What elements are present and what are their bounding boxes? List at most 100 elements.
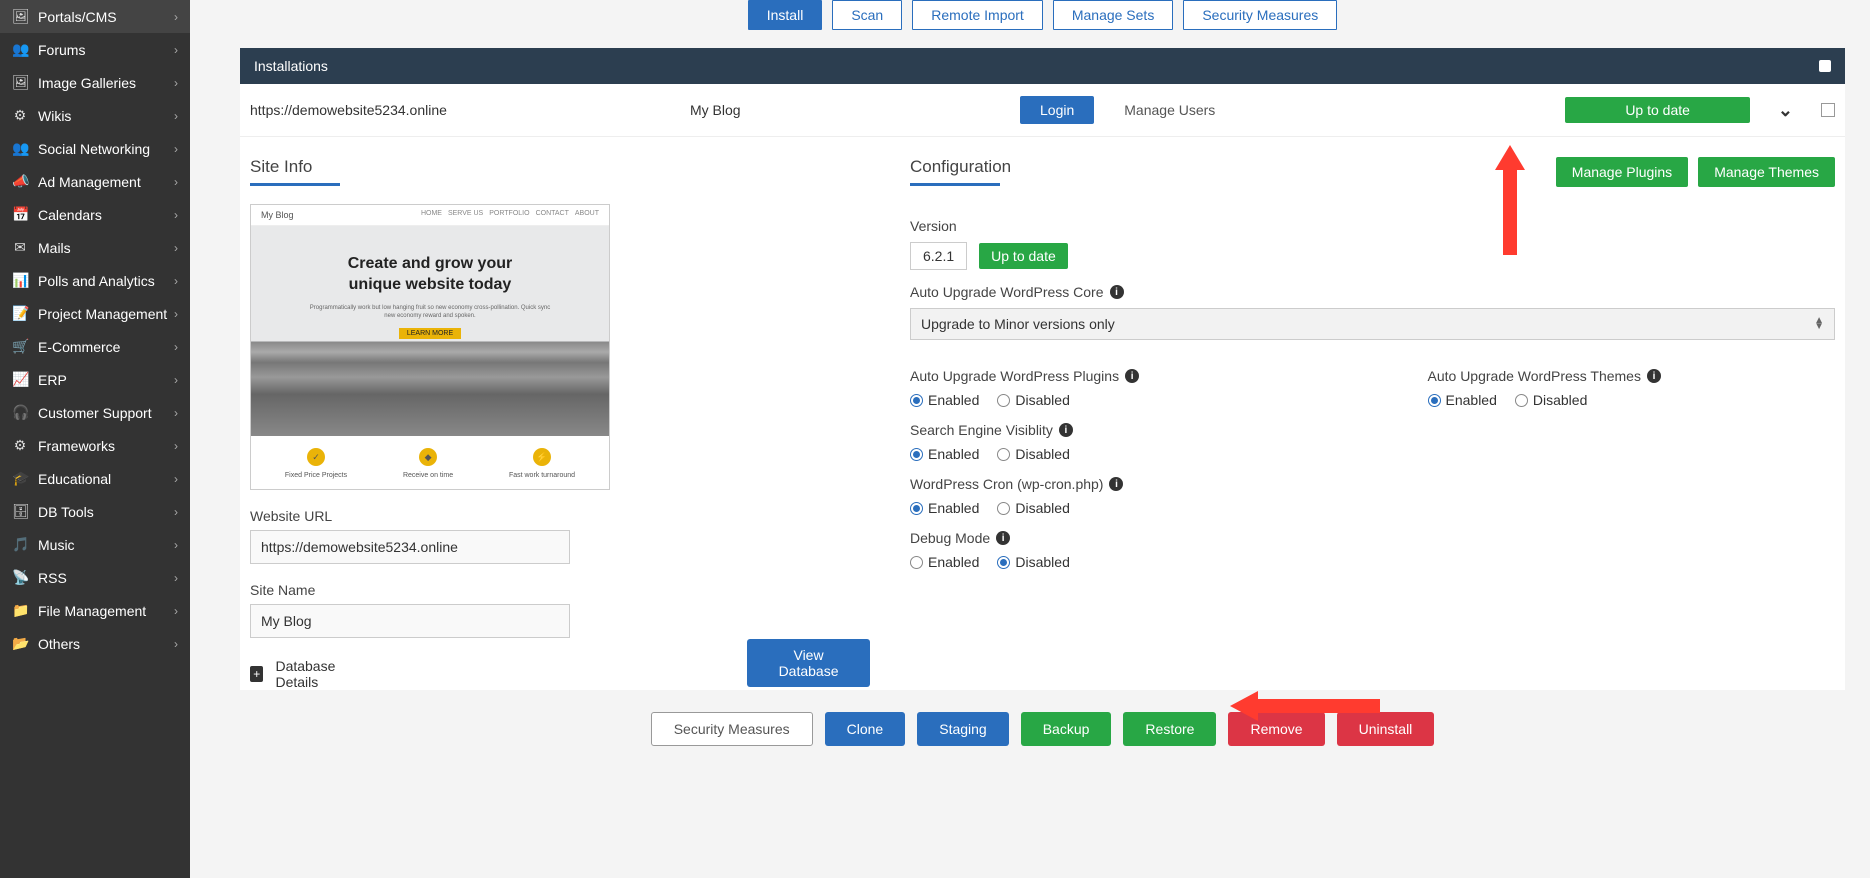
website-url-input[interactable]: [250, 530, 570, 564]
chevron-right-icon: ›: [174, 274, 178, 288]
plugins-disabled-radio[interactable]: Disabled: [997, 392, 1069, 408]
sidebar-item-erp[interactable]: 📈ERP›: [0, 363, 190, 396]
themes-enabled-radio[interactable]: Enabled: [1428, 392, 1497, 408]
chevron-right-icon: ›: [174, 505, 178, 519]
site-info-title: Site Info: [250, 157, 870, 177]
chevron-right-icon: ›: [174, 142, 178, 156]
bolt-icon: ⚡: [533, 448, 551, 466]
cart-icon: 🛒: [12, 338, 28, 355]
install-url[interactable]: https://demowebsite5234.online: [250, 102, 670, 118]
chevron-right-icon: ›: [174, 472, 178, 486]
installation-row: https://demowebsite5234.online My Blog L…: [240, 84, 1845, 137]
headset-icon: 🎧: [12, 404, 28, 421]
sev-enabled-radio[interactable]: Enabled: [910, 446, 979, 462]
debug-enabled-radio[interactable]: Enabled: [910, 554, 979, 570]
database-details-label[interactable]: Database Details: [275, 658, 365, 690]
sidebar-item-calendars[interactable]: 📅Calendars›: [0, 198, 190, 231]
sidebar-item-frameworks[interactable]: ⚙Frameworks›: [0, 429, 190, 462]
remove-button[interactable]: Remove: [1228, 712, 1324, 746]
auto-core-select[interactable]: Upgrade to Minor versions only▲▼: [910, 308, 1835, 340]
security-measures-button[interactable]: Security Measures: [651, 712, 813, 746]
info-icon[interactable]: i: [996, 531, 1010, 545]
restore-button[interactable]: Restore: [1123, 712, 1216, 746]
plus-icon[interactable]: +: [250, 666, 263, 682]
sidebar-item-wikis[interactable]: ⚙Wikis›: [0, 99, 190, 132]
graduation-icon: 🎓: [12, 470, 28, 487]
sidebar-item-music[interactable]: 🎵Music›: [0, 528, 190, 561]
chevron-right-icon: ›: [174, 538, 178, 552]
preview-cta: LEARN MORE: [399, 328, 461, 339]
backup-button[interactable]: Backup: [1021, 712, 1112, 746]
sidebar-item-ad[interactable]: 📣Ad Management›: [0, 165, 190, 198]
info-icon[interactable]: i: [1110, 285, 1124, 299]
sidebar-item-portals[interactable]: 🖼Portals/CMS›: [0, 0, 190, 33]
tab-security-measures[interactable]: Security Measures: [1183, 0, 1337, 30]
chevron-right-icon: ›: [174, 241, 178, 255]
info-icon[interactable]: i: [1647, 369, 1661, 383]
info-icon[interactable]: i: [1059, 423, 1073, 437]
manage-plugins-button[interactable]: Manage Plugins: [1556, 157, 1688, 187]
sidebar-item-social[interactable]: 👥Social Networking›: [0, 132, 190, 165]
row-checkbox[interactable]: [1821, 103, 1835, 117]
debug-disabled-radio[interactable]: Disabled: [997, 554, 1069, 570]
chart-icon: 📈: [12, 371, 28, 388]
gear-icon: ⚙: [12, 437, 28, 454]
tab-install[interactable]: Install: [748, 0, 823, 30]
chart-icon: 📊: [12, 272, 28, 289]
sidebar-item-support[interactable]: 🎧Customer Support›: [0, 396, 190, 429]
users-icon: 👥: [12, 140, 28, 157]
chevron-right-icon: ›: [174, 175, 178, 189]
sidebar: 🖼Portals/CMS› 👥Forums› 🖼Image Galleries›…: [0, 0, 190, 878]
sidebar-item-polls[interactable]: 📊Polls and Analytics›: [0, 264, 190, 297]
login-button[interactable]: Login: [1020, 96, 1094, 124]
sidebar-item-educational[interactable]: 🎓Educational›: [0, 462, 190, 495]
sidebar-item-ecommerce[interactable]: 🛒E-Commerce›: [0, 330, 190, 363]
preview-menu: HOMESERVE USPORTFOLIOCONTACTABOUT: [421, 210, 599, 220]
database-icon: 🗄: [12, 503, 28, 520]
image-icon: 🖼: [12, 8, 28, 25]
select-all-checkbox[interactable]: [1819, 60, 1831, 72]
installation-details: Site Info My Blog HOMESERVE USPORTFOLIOC…: [240, 137, 1845, 690]
sidebar-item-dbtools[interactable]: 🗄DB Tools›: [0, 495, 190, 528]
staging-button[interactable]: Staging: [917, 712, 1008, 746]
themes-disabled-radio[interactable]: Disabled: [1515, 392, 1587, 408]
tab-remote-import[interactable]: Remote Import: [912, 0, 1043, 30]
clone-button[interactable]: Clone: [825, 712, 906, 746]
cron-disabled-radio[interactable]: Disabled: [997, 500, 1069, 516]
folder-icon: 📁: [12, 602, 28, 619]
chevron-right-icon: ›: [174, 43, 178, 57]
rss-icon: 📡: [12, 569, 28, 586]
sidebar-item-rss[interactable]: 📡RSS›: [0, 561, 190, 594]
plugins-enabled-radio[interactable]: Enabled: [910, 392, 979, 408]
sidebar-item-galleries[interactable]: 🖼Image Galleries›: [0, 66, 190, 99]
info-icon[interactable]: i: [1125, 369, 1139, 383]
chevron-down-icon[interactable]: ⌄: [1770, 100, 1801, 121]
site-name-input[interactable]: [250, 604, 570, 638]
sidebar-item-filemgmt[interactable]: 📁File Management›: [0, 594, 190, 627]
tab-scan[interactable]: Scan: [832, 0, 902, 30]
megaphone-icon: 📣: [12, 173, 28, 190]
chevron-right-icon: ›: [174, 439, 178, 453]
sidebar-item-others[interactable]: 📂Others›: [0, 627, 190, 660]
tab-manage-sets[interactable]: Manage Sets: [1053, 0, 1174, 30]
version-status-badge: Up to date: [979, 243, 1068, 269]
action-bar: Security Measures Clone Staging Backup R…: [240, 712, 1845, 766]
uninstall-button[interactable]: Uninstall: [1337, 712, 1435, 746]
users-icon: 👥: [12, 41, 28, 58]
info-icon[interactable]: i: [1109, 477, 1123, 491]
view-database-button[interactable]: View Database: [747, 639, 870, 687]
gear-icon: ⚙: [12, 107, 28, 124]
site-preview[interactable]: My Blog HOMESERVE USPORTFOLIOCONTACTABOU…: [250, 204, 610, 490]
sidebar-item-mails[interactable]: ✉Mails›: [0, 231, 190, 264]
sev-disabled-radio[interactable]: Disabled: [997, 446, 1069, 462]
sidebar-item-project[interactable]: 📝Project Management›: [0, 297, 190, 330]
chevron-right-icon: ›: [174, 10, 178, 24]
select-arrows-icon: ▲▼: [1814, 318, 1824, 330]
chevron-right-icon: ›: [174, 637, 178, 651]
sidebar-item-forums[interactable]: 👥Forums›: [0, 33, 190, 66]
cron-enabled-radio[interactable]: Enabled: [910, 500, 979, 516]
chevron-right-icon: ›: [174, 208, 178, 222]
manage-users-link[interactable]: Manage Users: [1124, 102, 1215, 118]
top-tabs: Install Scan Remote Import Manage Sets S…: [240, 0, 1845, 30]
manage-themes-button[interactable]: Manage Themes: [1698, 157, 1835, 187]
